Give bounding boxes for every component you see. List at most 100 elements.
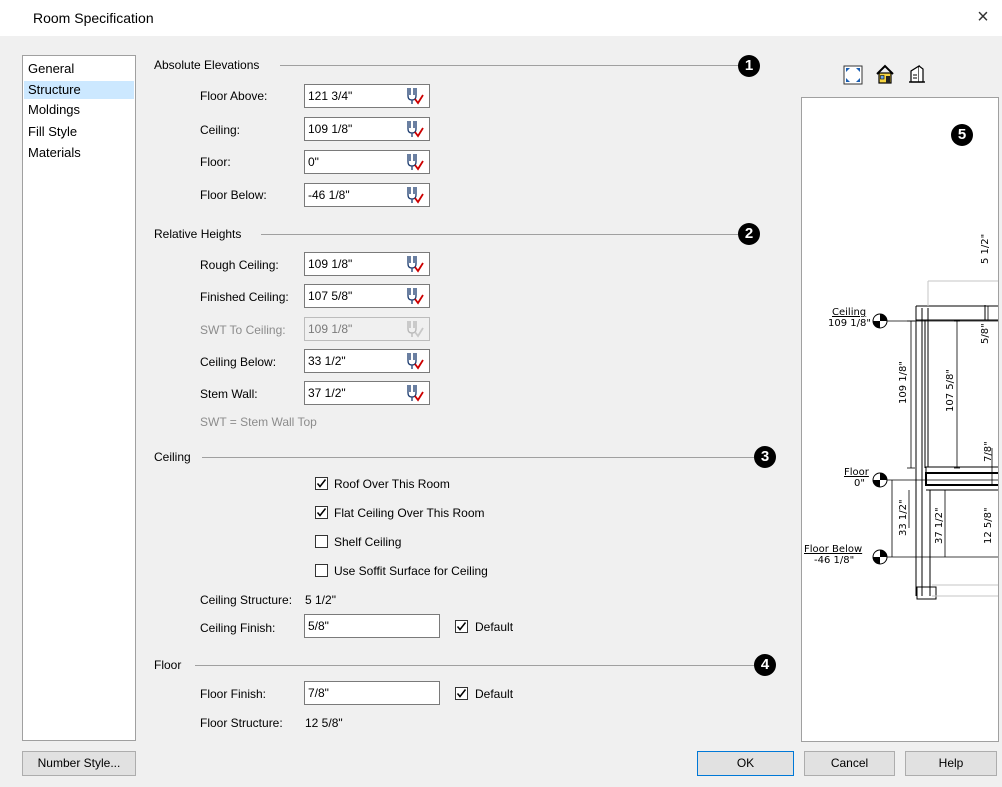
section-divider — [195, 665, 754, 666]
ceiling-marker-value: 109 1/8" — [828, 318, 871, 329]
dim-ceiling-below: 33 1/2" — [898, 499, 909, 536]
floor-marker-value: 0" — [854, 478, 865, 489]
callout-4: 4 — [754, 654, 776, 676]
callout-2: 2 — [738, 223, 760, 245]
category-list[interactable]: General Structure Moldings Fill Style Ma… — [22, 55, 136, 741]
floor-above-label: Floor Above: — [200, 89, 268, 103]
dim-stem-wall: 37 1/2" — [934, 507, 945, 544]
swt-to-ceiling-label: SWT To Ceiling: — [200, 323, 286, 337]
section-divider — [202, 457, 754, 458]
soffit-checkbox[interactable] — [315, 564, 328, 577]
ceiling-below-field[interactable]: 33 1/2" — [304, 349, 430, 373]
section-divider — [261, 234, 738, 235]
rough-ceiling-value: 109 1/8" — [308, 257, 353, 271]
flat-ceiling-checkbox[interactable] — [315, 506, 328, 519]
fill-window-icon[interactable] — [842, 64, 864, 86]
ceiling-header: Ceiling — [154, 450, 191, 464]
roof-over-checkbox[interactable] — [315, 477, 328, 490]
ceiling-finish-label: Ceiling Finish: — [200, 621, 276, 635]
dim-ceiling-finish: 5/8" — [980, 323, 991, 344]
shelf-ceiling-checkbox[interactable] — [315, 535, 328, 548]
rough-ceiling-label: Rough Ceiling: — [200, 258, 279, 272]
rough-ceiling-field[interactable]: 109 1/8" — [304, 252, 430, 276]
flat-ceiling-label[interactable]: Flat Ceiling Over This Room — [334, 506, 485, 520]
dimension-picker-icon[interactable] — [404, 120, 424, 138]
callout-3: 3 — [754, 446, 776, 468]
dim-floor-finish: 7/8" — [983, 441, 994, 462]
ceiling-default-checkbox[interactable] — [455, 620, 468, 633]
floor-above-field[interactable]: 121 3/4" — [304, 84, 430, 108]
dim-rough-ceiling: 109 1/8" — [898, 361, 909, 404]
floor-marker-label: Floor — [844, 467, 870, 478]
dialog-title: Room Specification — [33, 10, 154, 26]
dimension-picker-icon[interactable] — [404, 352, 424, 370]
checkmark-icon — [316, 479, 327, 488]
cancel-button[interactable]: Cancel — [804, 751, 895, 776]
floor-elev-field[interactable]: 0" — [304, 150, 430, 174]
ok-button[interactable]: OK — [697, 751, 794, 776]
close-icon[interactable]: × — [970, 6, 996, 30]
floor-header: Floor — [154, 658, 182, 672]
stem-wall-value: 37 1/2" — [308, 386, 346, 400]
checkmark-icon — [456, 622, 467, 631]
relative-heights-header: Relative Heights — [154, 227, 242, 241]
ceiling-finish-field[interactable]: 5/8" — [304, 614, 440, 638]
floor-below-marker-value: -46 1/8" — [814, 555, 854, 566]
checkmark-icon — [316, 508, 327, 517]
ceiling-elev-value: 109 1/8" — [308, 122, 353, 136]
floor-structure-label: Floor Structure: — [200, 716, 283, 730]
floor-below-marker-label: Floor Below — [804, 544, 862, 555]
dimension-picker-icon[interactable] — [404, 384, 424, 402]
ceiling-below-value: 33 1/2" — [308, 354, 346, 368]
section-preview[interactable]: 5 Ceiling 109 1/8" Floor 0" Floor Below … — [801, 97, 999, 742]
ceiling-elev-field[interactable]: 109 1/8" — [304, 117, 430, 141]
room-specification-dialog: Room Specification × General Structure M… — [0, 0, 1002, 787]
cross-section-drawing: Ceiling 109 1/8" Floor 0" Floor Below -4… — [804, 234, 998, 600]
floor-elev-value: 0" — [308, 155, 319, 169]
nav-item-general[interactable]: General — [24, 60, 134, 78]
dimension-picker-icon[interactable] — [404, 287, 424, 305]
floor-default-label[interactable]: Default — [475, 687, 513, 701]
callout-1: 1 — [738, 55, 760, 77]
help-button[interactable]: Help — [905, 751, 997, 776]
house-3d-icon[interactable] — [874, 63, 896, 85]
absolute-elevations-header: Absolute Elevations — [154, 58, 260, 72]
dimension-picker-icon[interactable] — [404, 87, 424, 105]
checkmark-icon — [456, 689, 467, 698]
elevation-view-icon[interactable] — [906, 63, 928, 85]
finished-ceiling-field[interactable]: 107 5/8" — [304, 284, 430, 308]
ceiling-finish-value: 5/8" — [308, 619, 329, 633]
nav-item-fill-style[interactable]: Fill Style — [24, 123, 134, 141]
number-style-button[interactable]: Number Style... — [22, 751, 136, 776]
dimension-picker-icon[interactable] — [404, 153, 424, 171]
floor-structure-value: 12 5/8" — [305, 716, 343, 730]
floor-below-label: Floor Below: — [200, 188, 267, 202]
floor-above-value: 121 3/4" — [308, 89, 353, 103]
ceiling-marker-label: Ceiling — [832, 307, 866, 318]
dimension-picker-icon — [407, 321, 424, 338]
soffit-label[interactable]: Use Soffit Surface for Ceiling — [334, 564, 488, 578]
shelf-ceiling-label[interactable]: Shelf Ceiling — [334, 535, 401, 549]
roof-over-label[interactable]: Roof Over This Room — [334, 477, 450, 491]
finished-ceiling-label: Finished Ceiling: — [200, 290, 289, 304]
ceiling-structure-value: 5 1/2" — [305, 593, 336, 607]
finished-ceiling-value: 107 5/8" — [308, 289, 353, 303]
dim-ceiling-structure: 5 1/2" — [980, 234, 991, 264]
swt-to-ceiling-field: 109 1/8" — [304, 317, 430, 341]
nav-item-moldings[interactable]: Moldings — [24, 101, 134, 119]
floor-finish-value: 7/8" — [308, 686, 329, 700]
nav-item-structure[interactable]: Structure — [24, 81, 134, 99]
floor-finish-label: Floor Finish: — [200, 687, 267, 701]
floor-below-field[interactable]: -46 1/8" — [304, 183, 430, 207]
floor-finish-field[interactable]: 7/8" — [304, 681, 440, 705]
nav-item-materials[interactable]: Materials — [24, 144, 134, 162]
stem-wall-field[interactable]: 37 1/2" — [304, 381, 430, 405]
floor-default-checkbox[interactable] — [455, 687, 468, 700]
dimension-picker-icon[interactable] — [404, 255, 424, 273]
title-bar: Room Specification × — [0, 0, 1002, 36]
ceiling-structure-label: Ceiling Structure: — [200, 593, 293, 607]
dim-finished-ceiling: 107 5/8" — [945, 369, 956, 412]
ceiling-default-label[interactable]: Default — [475, 620, 513, 634]
dimension-picker-icon[interactable] — [404, 186, 424, 204]
swt-note: SWT = Stem Wall Top — [200, 415, 317, 429]
